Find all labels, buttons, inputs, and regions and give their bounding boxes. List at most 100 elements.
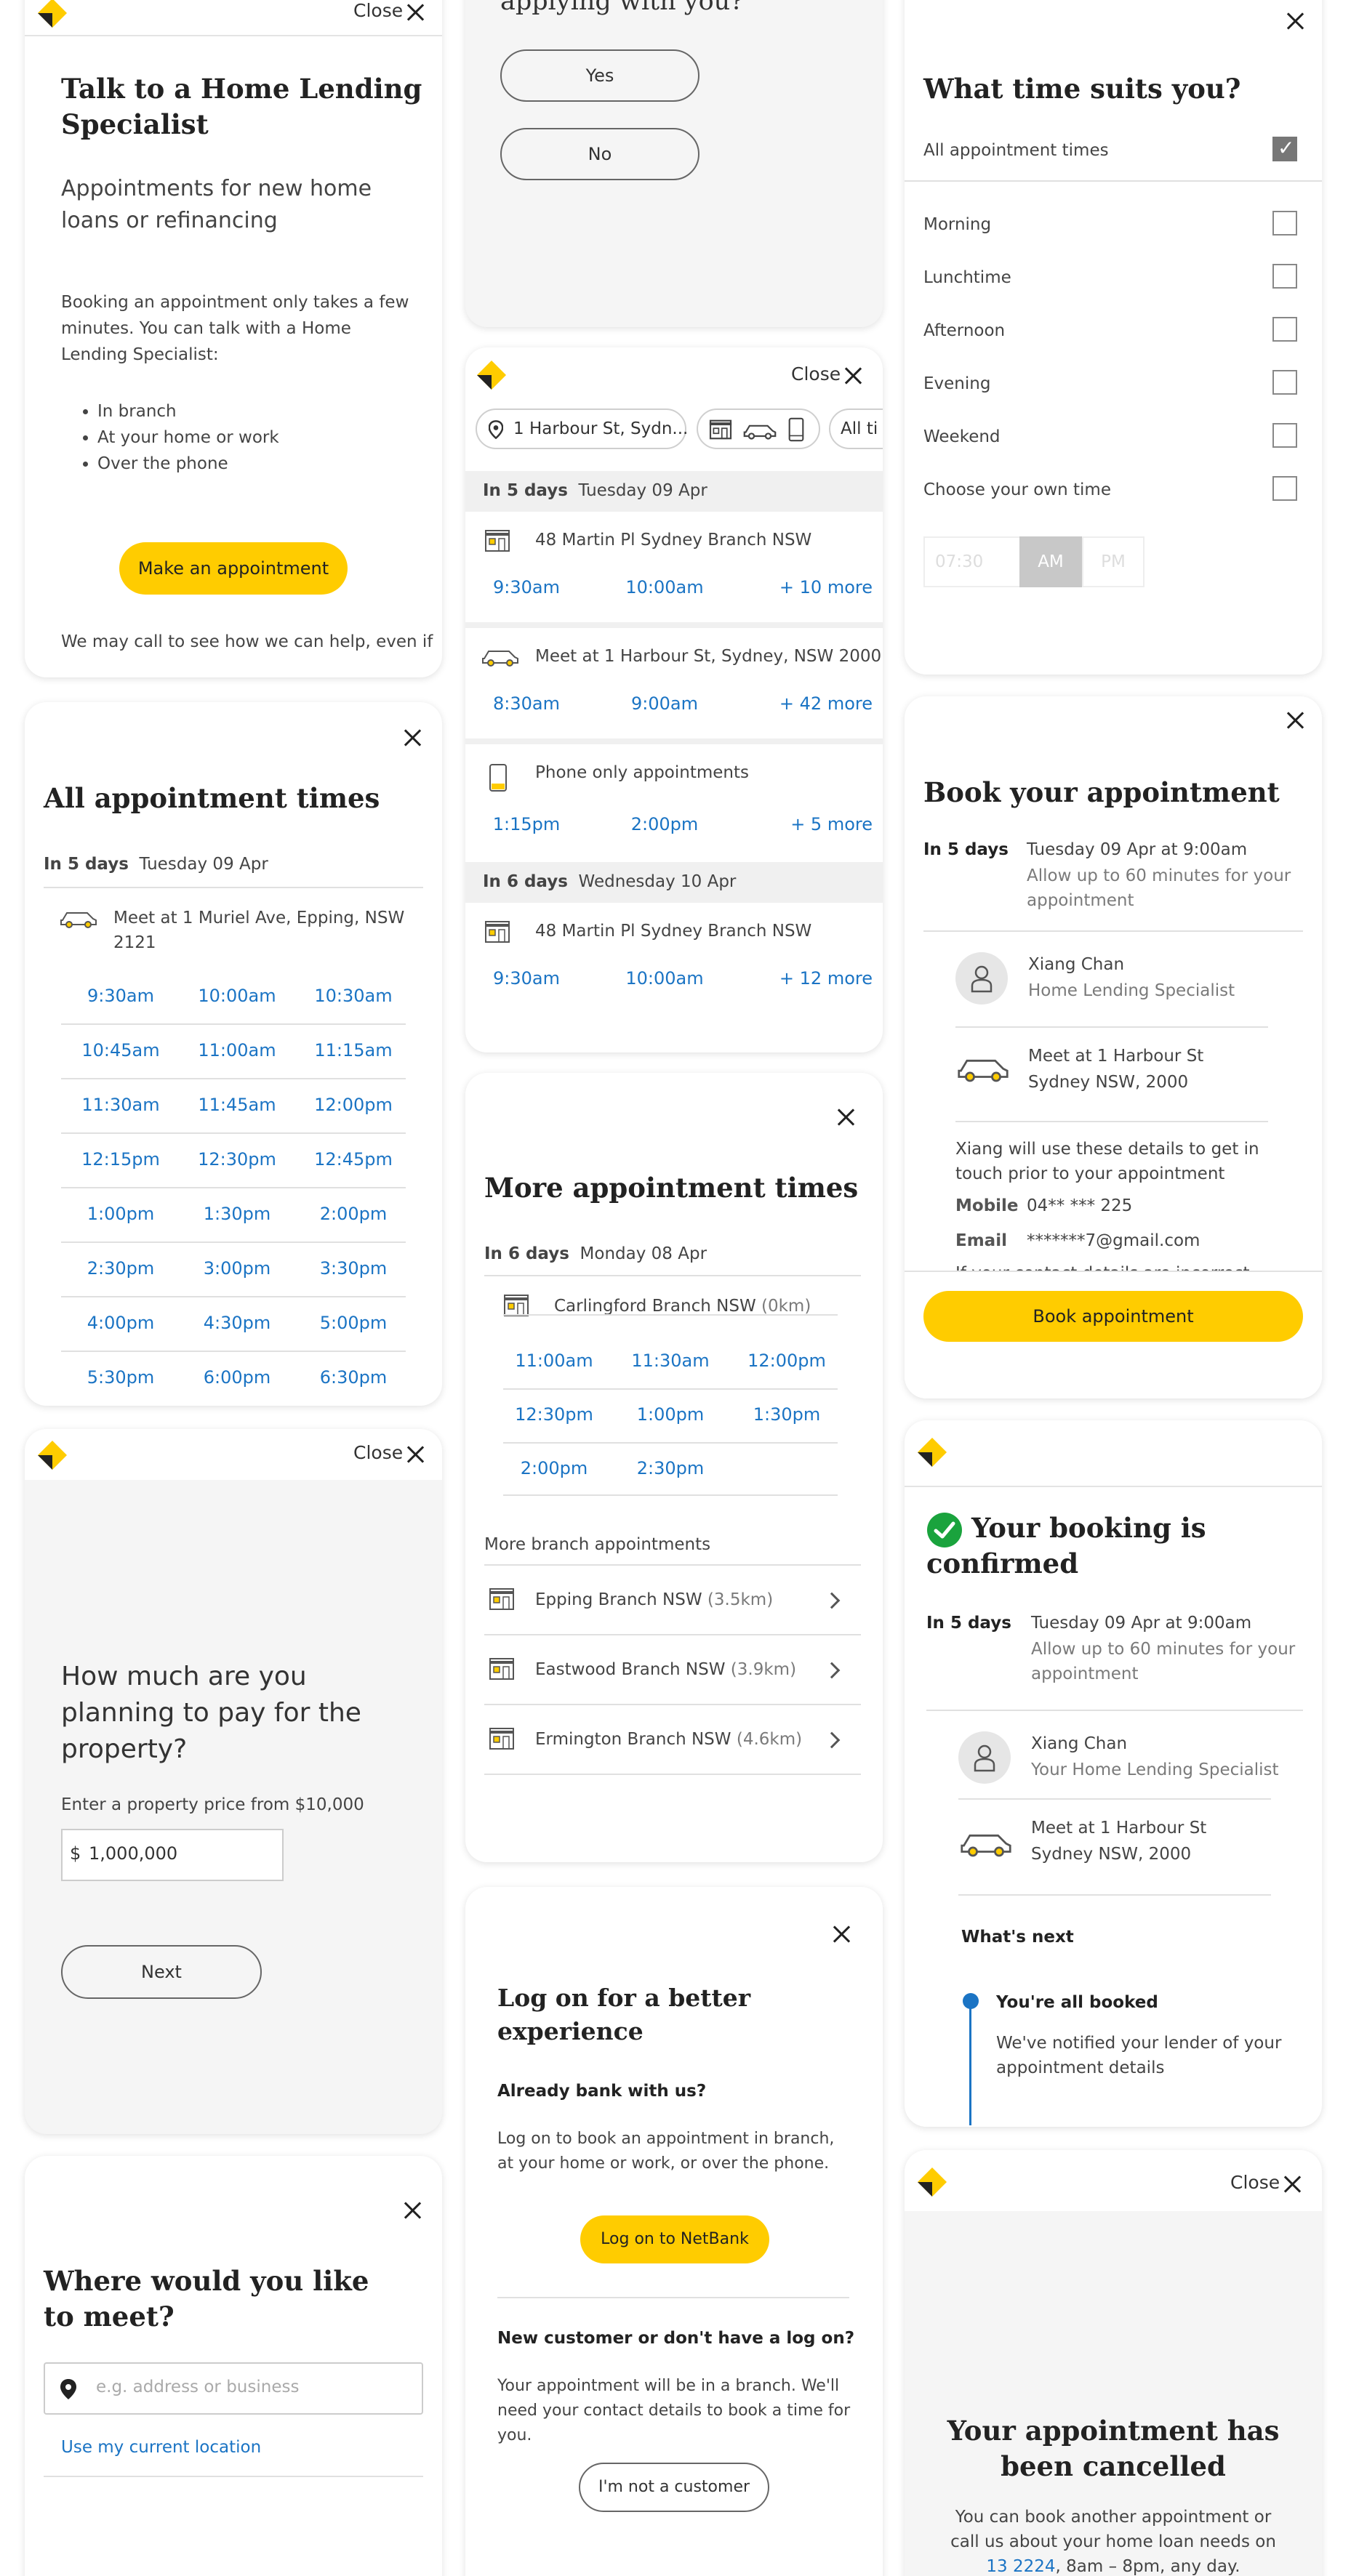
time-option-checkbox[interactable] xyxy=(1272,136,1297,161)
time-slot-button[interactable]: 11:30am xyxy=(63,1095,179,1115)
use-current-location-link[interactable]: Use my current location xyxy=(61,2435,261,2460)
time-slot-button[interactable]: 9:30am xyxy=(63,986,179,1006)
time-slot-button[interactable]: 12:30pm xyxy=(179,1149,295,1170)
not-customer-button[interactable]: I'm not a customer xyxy=(579,2463,769,2512)
time-slot-button[interactable]: 4:30pm xyxy=(179,1313,295,1333)
divider xyxy=(484,1634,861,1635)
close-icon[interactable] xyxy=(403,2201,422,2220)
time-option-checkbox[interactable] xyxy=(1272,476,1297,501)
time-slot-button[interactable]: 12:45pm xyxy=(295,1149,412,1170)
time-filter-chip[interactable]: All ti xyxy=(829,408,883,449)
time-option-label: Lunchtime xyxy=(923,268,1011,287)
time-slot-button[interactable]: 6:00pm xyxy=(179,1367,295,1388)
divider xyxy=(61,1187,406,1188)
time-option-checkbox[interactable] xyxy=(1272,423,1297,448)
close-icon[interactable] xyxy=(406,1445,425,1464)
make-appointment-button[interactable]: Make an appointment xyxy=(119,542,348,595)
close-icon[interactable] xyxy=(832,1925,851,1944)
close-icon[interactable] xyxy=(1283,2175,1302,2194)
branch-list-item[interactable]: Eastwood Branch NSW (3.9km) xyxy=(484,1644,861,1695)
time-slot-button[interactable]: 1:00pm xyxy=(63,1204,179,1224)
time-slot-button[interactable]: 10:00am xyxy=(606,968,723,989)
time-slot-button[interactable]: 11:00am xyxy=(503,1351,605,1371)
divider xyxy=(905,180,1322,182)
appointment-option[interactable]: 48 Martin Pl Sydney Branch NSW 9:30am 10:0… xyxy=(465,903,883,1013)
next-button[interactable]: Next xyxy=(61,1945,262,1999)
more-times-link[interactable]: + 10 more xyxy=(742,577,873,597)
time-slot-button[interactable]: 12:30pm xyxy=(503,1404,605,1425)
time-slot-button[interactable]: 3:30pm xyxy=(295,1258,412,1279)
close-icon[interactable] xyxy=(836,1108,855,1127)
time-slot-button[interactable]: 10:00am xyxy=(179,986,295,1006)
time-slot-button[interactable]: 11:15am xyxy=(295,1040,412,1060)
price-input[interactable]: $ 1,000,000 xyxy=(61,1829,284,1881)
time-option-checkbox[interactable] xyxy=(1272,211,1297,236)
time-slot-button[interactable]: 11:00am xyxy=(179,1040,295,1060)
branch-list-item[interactable]: Epping Branch NSW (3.5km) xyxy=(484,1574,861,1625)
book-appointment-button[interactable]: Book appointment xyxy=(923,1291,1303,1342)
time-slot-button[interactable]: 12:15pm xyxy=(63,1149,179,1170)
no-button[interactable]: No xyxy=(500,128,699,180)
time-slot-button[interactable]: 4:00pm xyxy=(63,1313,179,1333)
branch-distance: (3.5km) xyxy=(707,1590,774,1609)
close-icon[interactable] xyxy=(406,3,425,22)
branch-icon xyxy=(489,1727,515,1753)
meeting-type-filter-chip[interactable] xyxy=(697,408,820,449)
location-filter-chip[interactable]: 1 Harbour St, Sydn... xyxy=(476,408,688,449)
phone-link[interactable]: 13 2224 xyxy=(986,2557,1055,2576)
appointment-option[interactable]: 48 Martin Pl Sydney Branch NSW 9:30am 10:0… xyxy=(465,512,883,622)
am-toggle[interactable]: AM xyxy=(1019,536,1082,587)
more-times-link[interactable]: + 42 more xyxy=(742,693,873,714)
more-times-link[interactable]: + 12 more xyxy=(742,968,873,989)
time-slot-button[interactable]: 9:30am xyxy=(468,968,585,989)
close-icon[interactable] xyxy=(1286,12,1304,31)
time-slot-button[interactable]: 6:30pm xyxy=(295,1367,412,1388)
close-icon[interactable] xyxy=(843,366,862,385)
branch-list-item[interactable]: Ermington Branch NSW (4.6km) xyxy=(484,1714,861,1765)
pm-toggle[interactable]: PM xyxy=(1082,536,1144,587)
divider xyxy=(484,1275,861,1276)
logon-netbank-button[interactable]: Log on to NetBank xyxy=(580,2215,769,2263)
time-slot-button[interactable]: 2:30pm xyxy=(63,1258,179,1279)
time-slot-button[interactable]: 10:45am xyxy=(63,1040,179,1060)
date-heading: In 6 days Monday 08 Apr xyxy=(484,1241,707,1266)
branch-icon xyxy=(484,920,510,946)
time-slot-button[interactable]: 11:45am xyxy=(179,1095,295,1115)
appointment-option[interactable]: Phone only appointments 1:15pm 2:00pm + 5 m… xyxy=(465,744,883,855)
time-option-checkbox[interactable] xyxy=(1272,370,1297,395)
time-option-checkbox[interactable] xyxy=(1272,317,1297,342)
time-slot-button[interactable]: 9:00am xyxy=(606,693,723,714)
divider xyxy=(61,1241,406,1243)
address-search-input[interactable]: e.g. address or business xyxy=(44,2362,423,2415)
time-slot-button[interactable]: 2:30pm xyxy=(620,1458,721,1478)
time-slot-button[interactable]: 1:00pm xyxy=(620,1404,721,1425)
time-slot-button[interactable]: 10:00am xyxy=(606,577,723,597)
time-slot-button[interactable]: 1:15pm xyxy=(468,814,585,834)
custom-time-input[interactable]: 07:30 xyxy=(923,536,1021,587)
time-slot-button[interactable]: 2:00pm xyxy=(606,814,723,834)
yes-button[interactable]: Yes xyxy=(500,49,699,102)
time-slot-button[interactable]: 11:30am xyxy=(620,1351,721,1371)
time-slot-button[interactable]: 2:00pm xyxy=(295,1204,412,1224)
time-slot-button[interactable]: 1:30pm xyxy=(736,1404,838,1425)
close-icon[interactable] xyxy=(403,728,422,747)
divider xyxy=(61,1351,406,1352)
time-slot-button[interactable]: 5:30pm xyxy=(63,1367,179,1388)
date-label: Tuesday 09 Apr xyxy=(578,481,707,500)
time-slot-button[interactable]: 12:00pm xyxy=(736,1351,838,1371)
time-slot-button[interactable]: 12:00pm xyxy=(295,1095,412,1115)
time-slot-button[interactable]: 3:00pm xyxy=(179,1258,295,1279)
time-slot-button[interactable]: 1:30pm xyxy=(179,1204,295,1224)
more-times-link[interactable]: + 5 more xyxy=(742,814,873,834)
time-slot-button[interactable]: 2:00pm xyxy=(503,1458,605,1478)
time-slot-button[interactable]: 10:30am xyxy=(295,986,412,1006)
date-heading: In 5 days Tuesday 09 Apr xyxy=(483,478,707,503)
time-slot-button[interactable]: 8:30am xyxy=(468,693,585,714)
appointment-option[interactable]: Meet at 1 Harbour St, Sydney, NSW 2000 8:… xyxy=(465,628,883,738)
time-slot-button[interactable]: 9:30am xyxy=(468,577,585,597)
already-bank-heading: Already bank with us? xyxy=(497,2082,707,2101)
currency-symbol: $ xyxy=(70,1843,81,1864)
time-slot-button[interactable]: 5:00pm xyxy=(295,1313,412,1333)
time-option-checkbox[interactable] xyxy=(1272,264,1297,289)
close-icon[interactable] xyxy=(1286,711,1304,730)
